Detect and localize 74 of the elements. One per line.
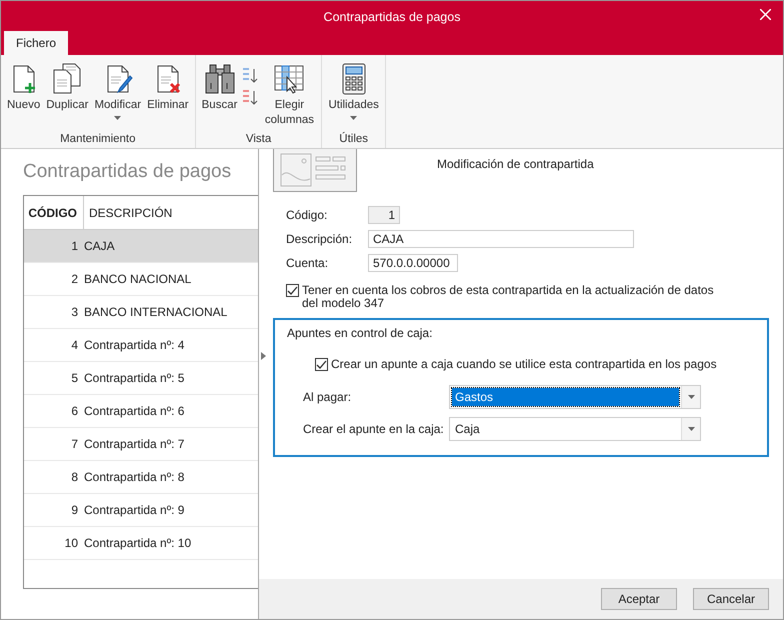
table-cell: BANCO NACIONAL <box>84 272 192 286</box>
checkbox-label: Tener en cuenta los cobros de esta contrapartida en la actualización de datos del modelo 347 <box>302 284 715 310</box>
field-label: Código: <box>286 208 328 222</box>
table-row[interactable]: 3 BANCO INTERNACIONAL <box>24 296 258 329</box>
table-row[interactable]: 6 Contrapartida nº: 6 <box>24 395 258 428</box>
table-cell: BANCO INTERNACIONAL <box>84 305 228 319</box>
table-cell-text: 9 <box>70 503 79 517</box>
dialog-button[interactable]: Aceptar <box>601 588 677 610</box>
table-cell: Contrapartida nº: 7 <box>84 437 184 451</box>
table-cell: Contrapartida nº: 6 <box>84 404 184 418</box>
window-title: Contrapartidas de pagos <box>324 10 460 24</box>
columns-grid-icon <box>273 63 306 95</box>
caret-icon <box>688 395 694 399</box>
table-cell-text: 2 <box>70 272 79 286</box>
table-cell-text: 5 <box>70 371 79 385</box>
column-header[interactable]: DESCRIPCIÓN <box>84 206 172 220</box>
input-field: 1 <box>368 206 400 224</box>
ribbon-button[interactable]: Nuevo <box>5 63 42 133</box>
field-label: Al pagar: <box>303 390 352 404</box>
table-cell-text: 8 <box>70 470 79 484</box>
table-row[interactable]: 9 Contrapartida nº: 9 <box>24 494 258 527</box>
sort-descending-icon[interactable] <box>241 89 260 107</box>
group-label: Vista <box>244 133 272 147</box>
copy-icon <box>51 63 84 95</box>
table-cell: Contrapartida nº: 8 <box>84 470 184 484</box>
dialog-button[interactable]: Cancelar <box>693 588 769 610</box>
ribbon-tab[interactable]: Fichero <box>4 31 68 55</box>
group-label: Útiles <box>338 133 370 147</box>
input-field[interactable]: CAJA <box>368 230 634 248</box>
input-field[interactable]: 570.0.0.00000 <box>368 254 458 272</box>
table-cell: Contrapartida nº: 9 <box>84 503 184 517</box>
table-row[interactable]: 7 Contrapartida nº: 7 <box>24 428 258 461</box>
table-row[interactable]: 2 BANCO NACIONAL <box>24 263 258 296</box>
field-label: Descripción: <box>286 232 354 246</box>
table-cell: CAJA <box>84 239 115 253</box>
dropdown-value: Caja <box>454 421 481 438</box>
dropdown-value: Gastos <box>452 388 679 406</box>
table-cell-text: 10 <box>64 536 79 550</box>
table-row[interactable]: 1 CAJA <box>24 230 258 263</box>
dropdown-field[interactable]: Gastos <box>449 385 701 409</box>
ribbon-button[interactable]: Buscar <box>200 63 240 133</box>
form-title: Modificación de contrapartida <box>437 157 594 173</box>
table-cell: Contrapartida nº: 4 <box>84 338 184 352</box>
close-icon[interactable] <box>760 9 771 20</box>
table-row[interactable]: 8 Contrapartida nº: 8 <box>24 461 258 494</box>
ribbon-button[interactable]: Modificar <box>92 63 144 133</box>
checkbox-label: Crear un apunte a caja cuando se utilice esta contrapartida en los pagos <box>331 358 717 371</box>
ribbon-button[interactable]: Eliminar <box>145 63 191 133</box>
table-cell: Contrapartida nº: 10 <box>84 536 192 550</box>
ribbon-button[interactable]: Elegir columnas <box>261 63 318 133</box>
ribbon-button[interactable]: Utilidades <box>326 63 381 133</box>
checkbox[interactable] <box>315 358 328 371</box>
table-cell-text: 1 <box>70 239 79 253</box>
table-cell-text: 3 <box>70 305 79 319</box>
table-cell: Contrapartida nº: 5 <box>84 371 184 385</box>
table-row[interactable]: 5 Contrapartida nº: 5 <box>24 362 258 395</box>
group-label: Mantenimiento <box>59 133 137 147</box>
dropdown-field[interactable]: Caja <box>449 417 701 441</box>
column-header[interactable]: CÓDIGO <box>24 196 84 229</box>
table-cell-text: 7 <box>70 437 79 451</box>
table-cell-text: 4 <box>70 338 79 352</box>
group-title: Apuntes en control de caja: <box>287 326 434 340</box>
caret-icon <box>688 427 694 431</box>
field-label: Crear el apunte en la caja: <box>303 422 445 436</box>
checkbox[interactable] <box>286 284 299 297</box>
sort-ascending-icon[interactable] <box>241 67 260 85</box>
chevron-icon[interactable] <box>261 352 266 360</box>
field-label: Cuenta: <box>286 256 330 270</box>
table-row[interactable]: 10 Contrapartida nº: 10 <box>24 527 258 560</box>
list-title: Contrapartidas de pagos <box>23 161 232 184</box>
table-cell-text: 6 <box>70 404 79 418</box>
binoculars-icon <box>204 63 236 95</box>
table-row[interactable]: 4 Contrapartida nº: 4 <box>24 329 258 362</box>
ribbon-button[interactable]: Duplicar <box>44 63 90 133</box>
